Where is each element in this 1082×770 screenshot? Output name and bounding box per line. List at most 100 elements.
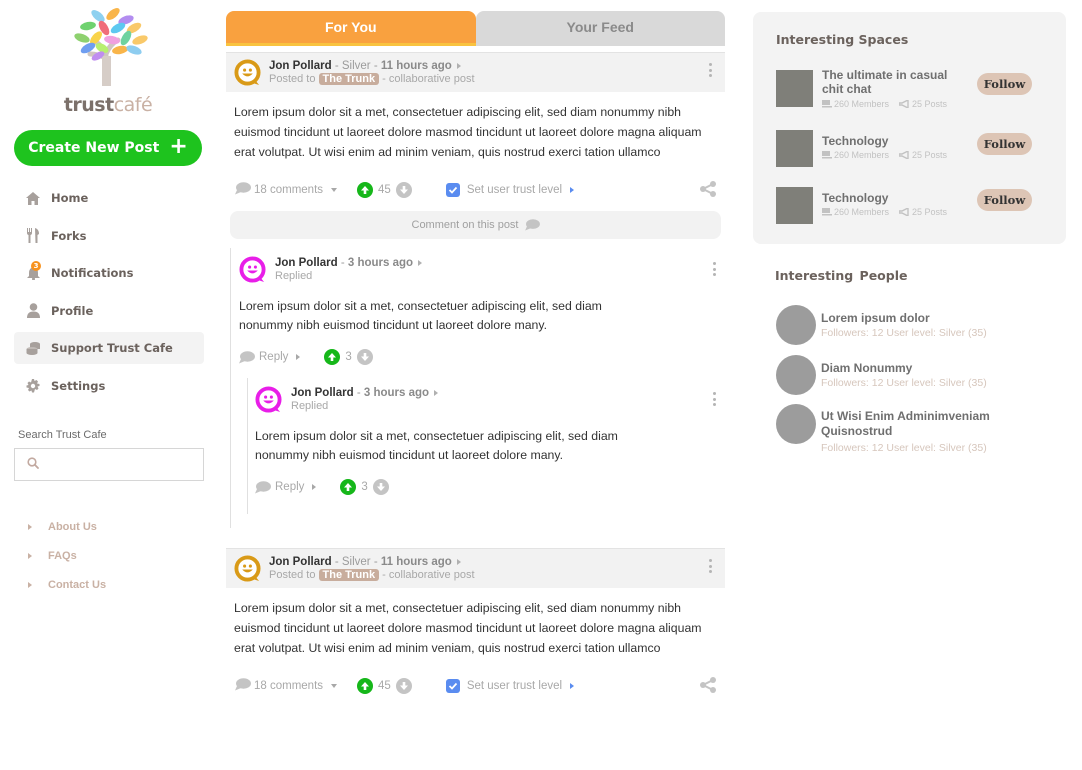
person-stats: Followers: 12 User level: Silver (35) [821,377,987,389]
interesting-people-title: Interesting People [775,268,908,283]
person-name[interactable]: Ut Wisi Enim Adminimveniam Quisnostrud [821,409,1051,439]
sidebar-item-profile[interactable]: Profile [14,295,204,327]
create-new-post-label: Create New Post [28,140,160,156]
comment-actions: Reply 3 [255,476,725,498]
person-avatar[interactable] [776,404,816,444]
space-tag[interactable]: The Trunk [318,73,380,85]
search-field[interactable] [14,448,204,481]
caret-right-icon[interactable] [570,187,575,193]
upvote-button[interactable] [340,479,357,495]
share-icon[interactable] [699,677,717,696]
sidebar-item-label: Home [51,191,89,205]
about-us-link[interactable]: About Us [28,518,106,536]
space-thumbnail[interactable] [776,187,813,224]
person-avatar[interactable] [776,305,816,345]
comment-icon [239,350,255,363]
comment-on-post-button[interactable]: Comment on this post [230,211,721,239]
reply-button[interactable]: Reply [255,480,340,494]
downvote-button[interactable] [356,349,373,365]
search-input[interactable] [47,449,203,480]
space-thumbnail[interactable] [776,130,813,167]
comment-avatar-icon[interactable] [255,385,282,413]
trustcafe-logo[interactable]: trustcafé [58,6,158,116]
space-name[interactable]: Technology [822,191,962,205]
post: Jon Pollard - Silver - 11 hours ago Post… [226,548,725,697]
reply-button[interactable]: Reply [239,350,324,364]
caret-right-icon[interactable] [434,389,439,396]
search-label: Search Trust Cafe [18,429,107,441]
space-stats: 260 Members 25 Posts [822,99,947,109]
comment-header: Jon Pollard - 3 hours ago Replied [239,248,725,286]
downvote-button[interactable] [395,678,412,694]
comment-avatar-icon[interactable] [239,255,266,283]
author-name[interactable]: Jon Pollard [269,555,332,569]
members-count: 260 Members [834,99,890,109]
share-icon[interactable] [699,181,717,200]
comments-count[interactable]: 18 comments [254,680,323,692]
post-meta: Jon Pollard - Silver - 11 hours ago Post… [269,555,475,581]
follow-button[interactable]: Follow [977,189,1032,211]
comment-icon [255,480,271,493]
sidebar-item-home[interactable]: Home [14,182,204,214]
upvote-button[interactable] [357,678,374,694]
more-options-icon[interactable] [709,63,713,77]
space-name[interactable]: Technology [822,134,962,148]
vote-count: 3 [361,481,368,493]
set-trust-level-label[interactable]: Set user trust level [467,680,562,692]
space-thumbnail[interactable] [776,70,813,107]
sidebar-item-notifications[interactable]: 3 Notifications [14,257,204,289]
caret-right-icon[interactable] [456,63,461,69]
trust-level-checkbox[interactable] [445,183,460,197]
author-name[interactable]: Jon Pollard [275,256,338,270]
person-name[interactable]: Diam Nonummy [821,361,1051,376]
more-options-icon[interactable] [713,392,717,406]
space-tag[interactable]: The Trunk [318,569,380,581]
set-trust-level-label[interactable]: Set user trust level [467,184,562,196]
space-name[interactable]: The ultimate in casual chit chat [822,68,962,96]
trust-level-checkbox[interactable] [445,679,460,693]
post-avatar-icon[interactable] [234,59,261,86]
upvote-button[interactable] [357,182,374,198]
sidebar-item-settings[interactable]: Settings [14,370,204,402]
author-name[interactable]: Jon Pollard [291,386,354,400]
post-actions: 18 comments 45 Set user trust level [226,675,725,697]
post-time: 11 hours ago [380,60,452,72]
post-avatar-icon[interactable] [234,555,261,582]
downvote-button[interactable] [395,182,412,198]
chevron-down-icon[interactable] [331,188,338,192]
follow-button[interactable]: Follow [977,133,1032,155]
posts-count: 25 Posts [912,150,948,160]
post: Jon Pollard - Silver - 11 hours ago Post… [226,52,725,528]
vote-count: 45 [378,680,391,692]
tab-for-you[interactable]: For You [226,11,476,46]
caret-right-icon[interactable] [570,683,575,689]
author-name[interactable]: Jon Pollard [269,59,332,73]
space-item: Technology 260 Members 25 Posts Follow [776,187,1046,225]
caret-right-icon [312,484,317,490]
comment-body: Lorem ipsum dolor sit a met, consectetue… [239,299,602,332]
contact-us-link[interactable]: Contact Us [28,576,106,594]
more-options-icon[interactable] [713,262,717,276]
sidebar-item-support-trust-cafe[interactable]: Support Trust Cafe [14,332,204,365]
create-new-post-button[interactable]: Create New Post + [14,130,202,166]
comment-body: Lorem ipsum dolor sit a met, consectetue… [255,429,618,462]
person-avatar[interactable] [776,355,816,395]
comment-icon [235,678,251,694]
sidebar-item-forks[interactable]: Forks [14,220,204,252]
person-name[interactable]: Lorem ipsum dolor [821,311,1051,326]
follow-button[interactable]: Follow [977,73,1032,95]
comment-on-post-label: Comment on this post [411,219,519,231]
tab-your-feed[interactable]: Your Feed [475,11,725,46]
comments-count[interactable]: 18 comments [254,184,323,196]
caret-right-icon[interactable] [456,559,461,565]
faqs-link[interactable]: FAQs [28,547,106,565]
chevron-down-icon[interactable] [331,684,338,688]
upvote-button[interactable] [324,349,341,365]
caret-right-icon [28,553,32,559]
caret-right-icon[interactable] [418,259,423,266]
more-options-icon[interactable] [709,559,713,573]
nested-thread: Jon Pollard - 3 hours ago Replied Lorem … [247,378,725,514]
post-body: Lorem ipsum dolor sit a met, consectetue… [234,105,702,159]
comment-time: 3 hours ago [363,386,430,399]
downvote-button[interactable] [372,479,389,495]
